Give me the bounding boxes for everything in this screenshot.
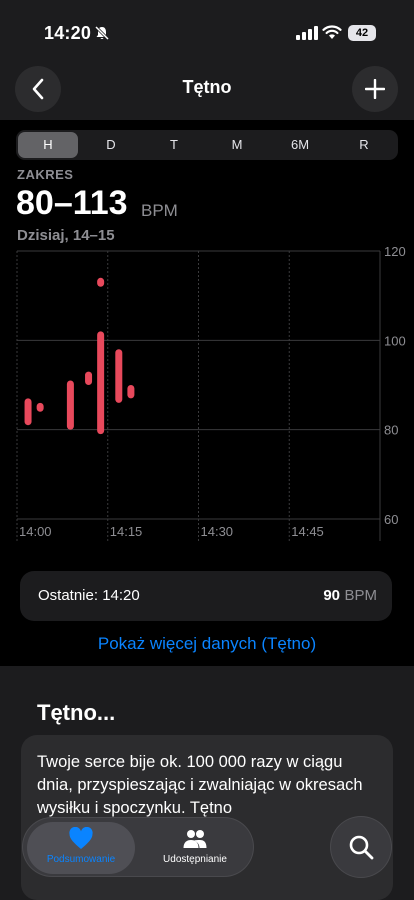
nav-bar: Tętno [0,56,414,120]
wifi-icon [322,25,342,39]
segment-week[interactable]: T [144,132,204,158]
range-label: ZAKRES [17,167,74,182]
segment-6-months[interactable]: 6M [270,132,330,158]
y-tick-label: 120 [384,245,406,259]
latest-unit: BPM [344,587,377,604]
add-data-button[interactable] [352,66,398,112]
search-icon [349,835,374,860]
heart-rate-bar [36,402,44,412]
segment-day[interactable]: D [81,132,141,158]
time-range-segmented-control: H D T M 6M R [16,130,398,160]
heart-rate-chart[interactable]: 60 80 100 120 14:00 14:15 14:30 14:45 [0,245,414,545]
segment-month[interactable]: M [207,132,267,158]
x-tick-label: 14:15 [110,524,143,539]
people-icon [183,830,207,848]
status-time: 14:20 [44,23,92,43]
latest-label: Ostatnie: 14:20 [38,587,140,604]
status-bar: 14:20 42 [0,0,414,56]
tab-summary[interactable]: Podsumowanie [27,822,135,874]
cellular-signal-icon [296,26,318,40]
range-value: 80–113 [16,184,128,222]
heart-rate-bar [97,277,105,287]
y-tick-label: 80 [384,423,398,438]
segment-year[interactable]: R [334,132,394,158]
y-tick-label: 100 [384,333,406,348]
heart-rate-bar [66,380,74,430]
x-tick-label: 14:30 [201,524,234,539]
x-tick-label: 14:45 [291,524,324,539]
about-title: Tętno... [37,700,116,725]
plus-icon [365,79,385,99]
segment-hour[interactable]: H [18,132,78,158]
latest-value: 90 [323,587,340,604]
range-unit: BPM [141,201,178,220]
heart-rate-bar [24,398,32,426]
bell-muted-icon [94,25,110,41]
heart-icon [69,827,93,849]
search-button[interactable] [330,816,392,878]
range-date: Dzisiaj, 14–15 [17,227,115,244]
heart-rate-bar [127,385,135,399]
x-tick-label: 14:00 [19,524,52,539]
battery-icon: 42 [348,25,376,41]
y-tick-label: 60 [384,512,398,527]
heart-rate-bar [115,349,123,403]
heart-rate-bar [97,331,105,435]
latest-reading-card[interactable]: Ostatnie: 14:20 90 BPM [20,571,392,621]
tab-bar: Podsumowanie Udostępnianie [22,817,254,877]
about-text: Twoje serce bije ok. 100 000 razy w ciąg… [37,753,363,817]
tab-sharing-label: Udostępnianie [163,854,227,865]
heart-rate-bar [85,371,93,385]
tab-sharing[interactable]: Udostępnianie [141,822,249,874]
show-more-data-link[interactable]: Pokaż więcej danych (Tętno) [0,634,414,654]
tab-summary-label: Podsumowanie [46,854,116,865]
